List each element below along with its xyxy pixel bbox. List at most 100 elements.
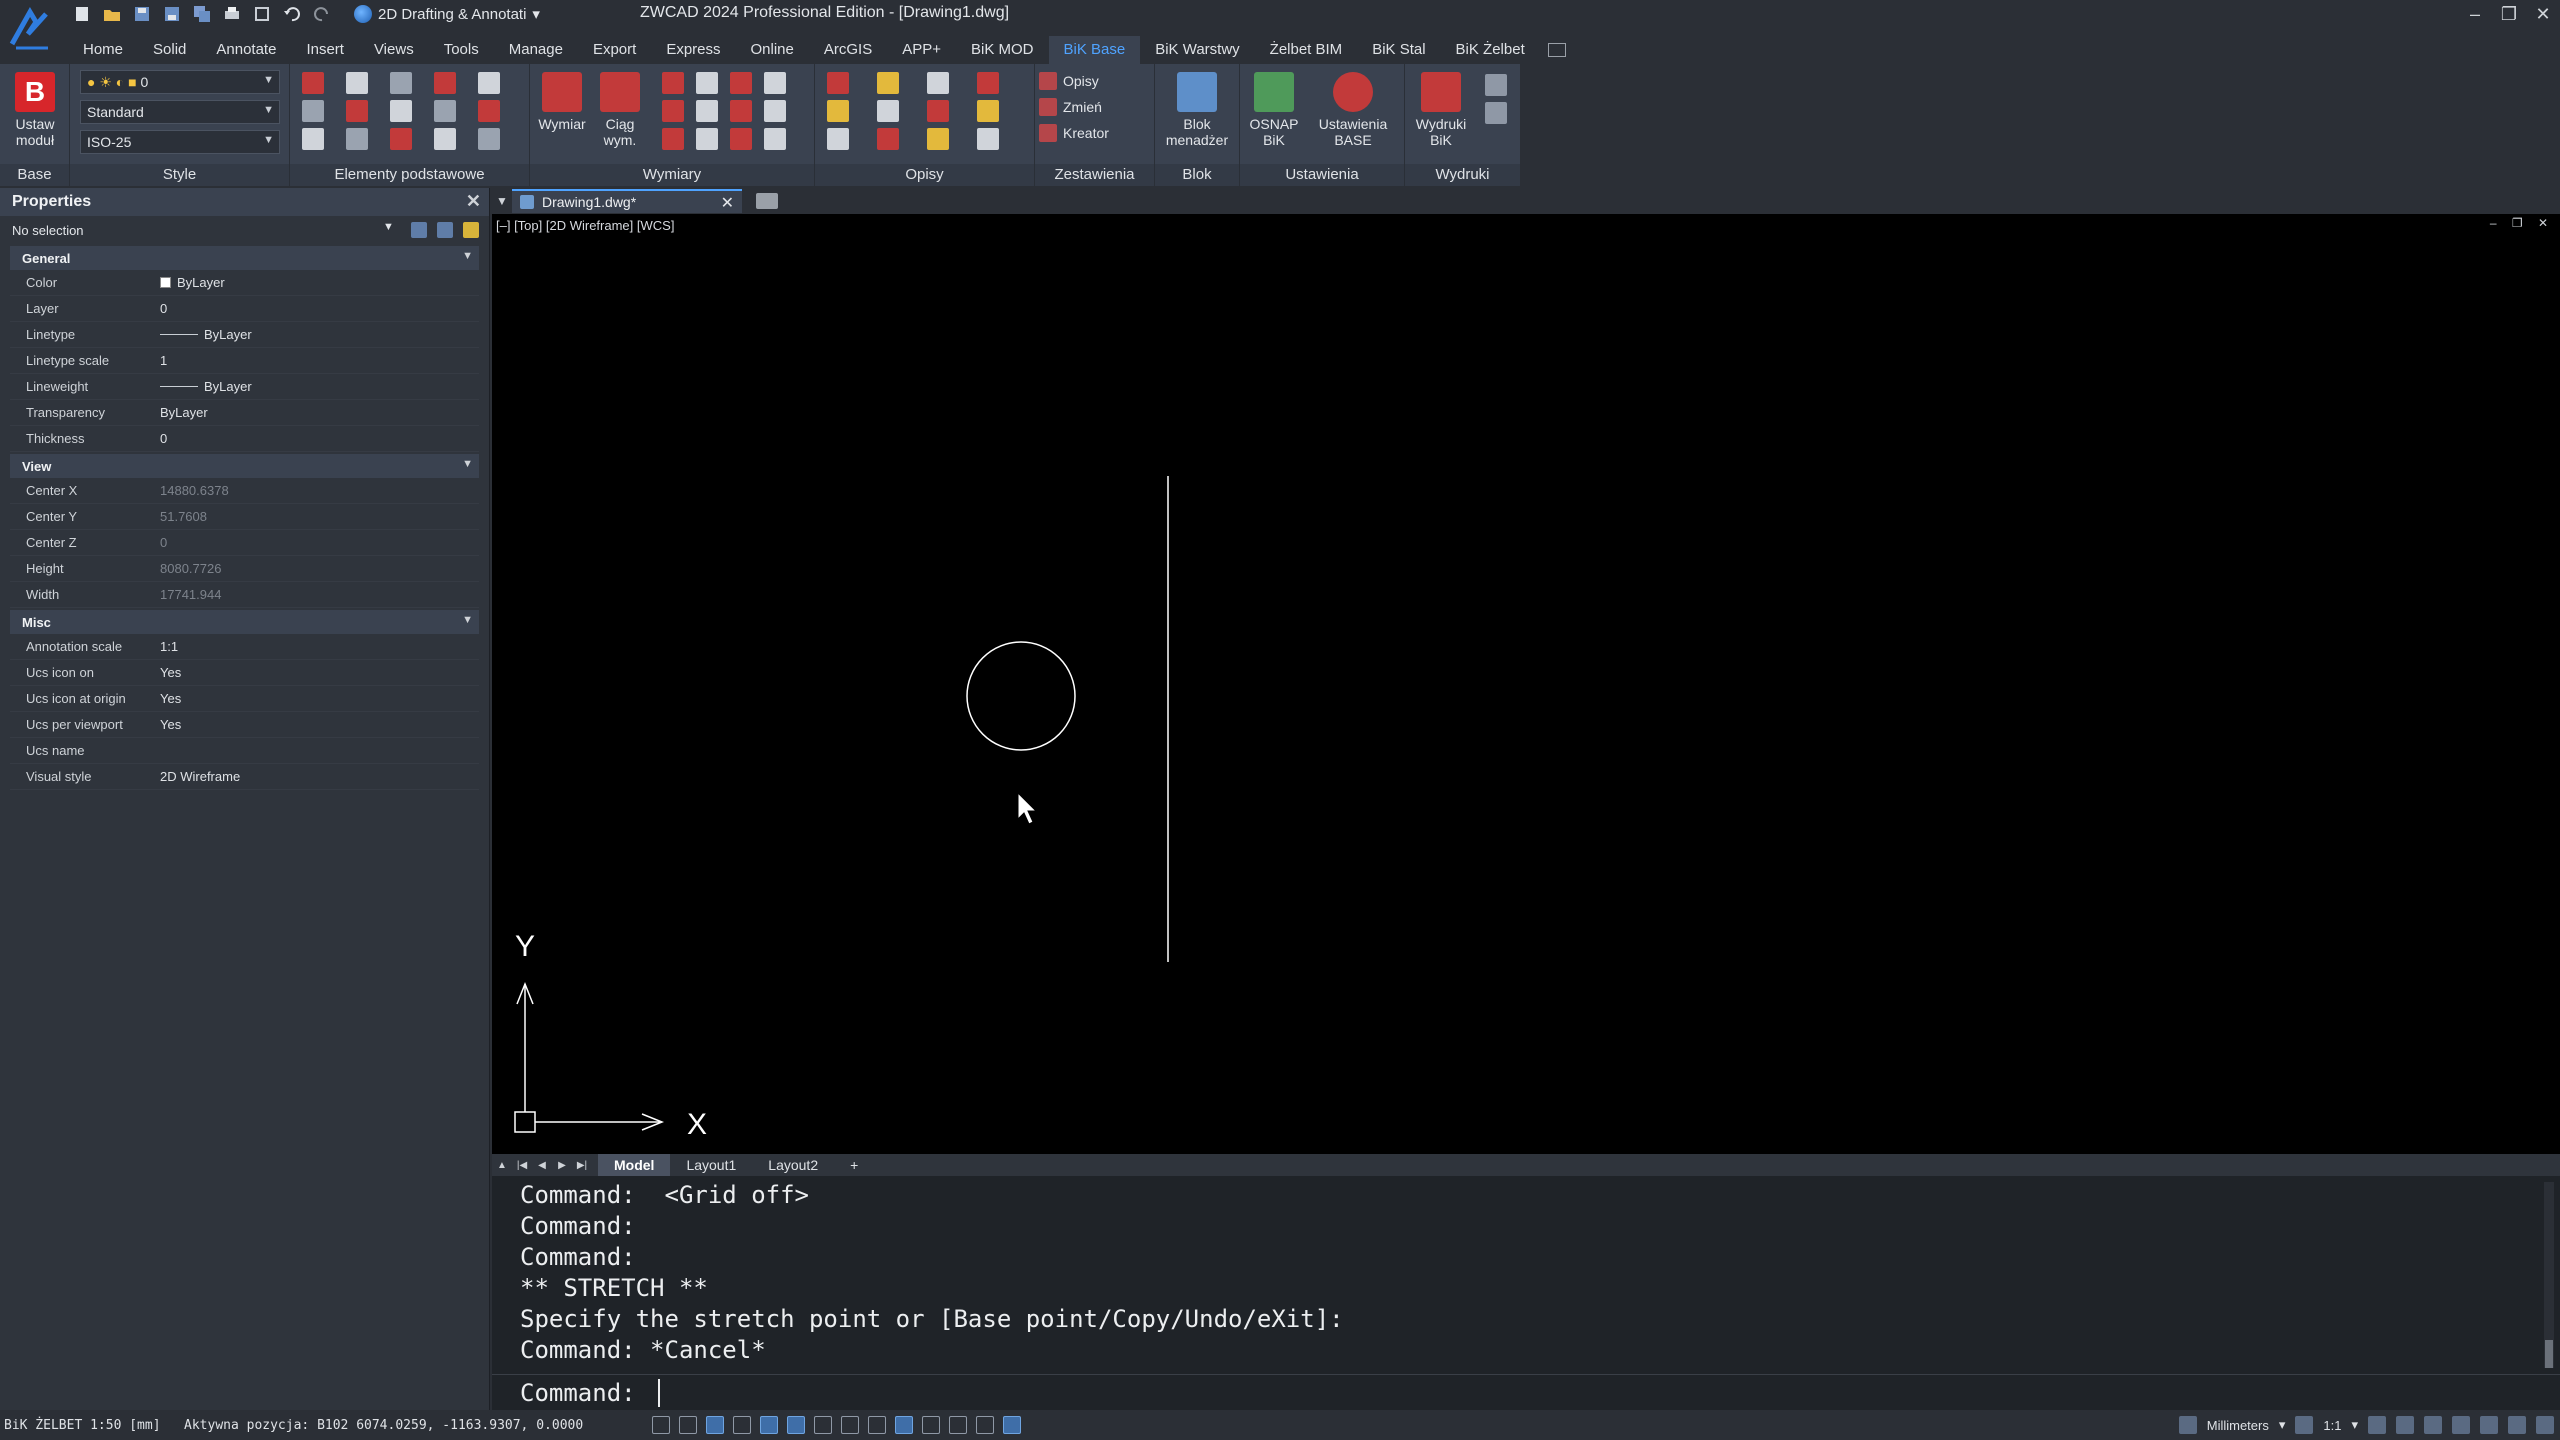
ribbon-tab-8[interactable]: Express (651, 36, 735, 64)
ribbon-tab-1[interactable]: Solid (138, 36, 201, 64)
property-value-cell[interactable]: 8080.7726 (160, 561, 479, 576)
elementy-tool-6-icon[interactable] (346, 100, 368, 122)
property-row[interactable]: Transparency ByLayer (10, 400, 479, 426)
opisy-tool-5-icon[interactable] (877, 100, 899, 122)
drawing-canvas[interactable]: [–] [Top] [2D Wireframe] [WCS] – ❐ ✕ Y X (492, 214, 2560, 1154)
property-value-cell[interactable]: 14880.6378 (160, 483, 479, 498)
wymiary-tool-5-icon[interactable] (696, 100, 718, 122)
property-row[interactable]: Center X 14880.6378 (10, 478, 479, 504)
chevron-down-icon[interactable]: ▾ (2351, 1417, 2358, 1433)
tab-menu-icon[interactable]: ▼ (496, 194, 512, 208)
property-row[interactable]: Height 8080.7726 (10, 556, 479, 582)
opisy-tool-8-icon[interactable] (827, 128, 849, 150)
blok-menadzer-button[interactable]: Blok menadżer (1161, 72, 1233, 148)
property-row[interactable]: Center Y 51.7608 (10, 504, 479, 530)
wymiary-tool-10-icon[interactable] (730, 128, 752, 150)
ribbon-tab-17[interactable]: BiK Żelbet (1441, 36, 1540, 64)
property-value-cell[interactable]: ByLayer (160, 405, 479, 420)
ribbon-tab-6[interactable]: Manage (494, 36, 578, 64)
property-group-misc[interactable]: Misc ▼ (10, 610, 479, 634)
layout-tab-2[interactable]: Layout2 (752, 1154, 834, 1176)
zestawienia-item-0[interactable]: Opisy (1039, 72, 1109, 90)
new-file-icon[interactable] (70, 3, 94, 25)
auto-scale-icon[interactable] (2396, 1416, 2414, 1434)
property-row[interactable]: Ucs icon on Yes (10, 660, 479, 686)
grid-toggle-icon[interactable] (652, 1416, 670, 1434)
plot-settings-icon[interactable] (1485, 102, 1507, 124)
property-value-cell[interactable]: Yes (160, 665, 479, 680)
expand-up-icon[interactable]: ▲ (492, 1160, 512, 1171)
opisy-tool-3-icon[interactable] (977, 72, 999, 94)
opisy-tool-6-icon[interactable] (927, 100, 949, 122)
elementy-tool-4-icon[interactable] (478, 72, 500, 94)
wymiary-tool-9-icon[interactable] (696, 128, 718, 150)
elementy-tool-9-icon[interactable] (478, 100, 500, 122)
chevron-down-icon[interactable]: ▾ (2279, 1417, 2286, 1433)
property-value-cell[interactable]: Yes (160, 717, 479, 732)
elementy-tool-14-icon[interactable] (478, 128, 500, 150)
layer-combo[interactable]: ● ☀ ◐ ■ 0 ▼ (80, 70, 280, 94)
property-row[interactable]: Lineweight ByLayer (10, 374, 479, 400)
selection-dropdown[interactable]: No selection ▼ (0, 216, 489, 244)
selection-cycling-icon[interactable] (922, 1416, 940, 1434)
ribbon-tab-0[interactable]: Home (68, 36, 138, 64)
ribbon-tab-3[interactable]: Insert (291, 36, 359, 64)
opisy-tool-2-icon[interactable] (927, 72, 949, 94)
snap-toggle-icon[interactable] (679, 1416, 697, 1434)
restore-icon[interactable]: ❐ (2492, 0, 2526, 28)
minimize-icon[interactable]: – (2458, 0, 2492, 28)
chevron-down-icon[interactable]: ▼ (462, 458, 473, 470)
opisy-tool-10-icon[interactable] (927, 128, 949, 150)
property-value-cell[interactable]: 0 (160, 301, 479, 316)
print-icon[interactable] (220, 3, 244, 25)
property-row[interactable]: Ucs icon at origin Yes (10, 686, 479, 712)
plot-preview-icon[interactable] (250, 3, 274, 25)
annotation-scale-value[interactable]: 1:1 (2323, 1418, 2341, 1433)
scrollbar-thumb[interactable] (2545, 1340, 2553, 1368)
transparency-toggle-icon[interactable] (895, 1416, 913, 1434)
new-tab-icon[interactable] (756, 193, 778, 209)
opisy-tool-1-icon[interactable] (877, 72, 899, 94)
property-value-cell[interactable]: 51.7608 (160, 509, 479, 524)
elementy-tool-11-icon[interactable] (346, 128, 368, 150)
model-space-icon[interactable] (1003, 1416, 1021, 1434)
zestawienia-item-1[interactable]: Zmień (1039, 98, 1109, 116)
isolate-objects-icon[interactable] (2480, 1416, 2498, 1434)
dyn-input-toggle-icon[interactable] (841, 1416, 859, 1434)
property-group-general[interactable]: General ▼ (10, 246, 479, 270)
zestawienia-item-2[interactable]: Kreator (1039, 124, 1109, 142)
select-objects-icon[interactable] (437, 222, 453, 238)
fullscreen-icon[interactable] (2508, 1416, 2526, 1434)
ribbon-tab-2[interactable]: Annotate (201, 36, 291, 64)
property-value-cell[interactable]: 0 (160, 431, 479, 446)
property-value-cell[interactable]: Yes (160, 691, 479, 706)
wymiar-button[interactable]: Wymiar (536, 72, 588, 132)
circle-entity[interactable] (966, 641, 1076, 751)
property-value-cell[interactable]: 1:1 (160, 639, 479, 654)
opisy-tool-11-icon[interactable] (977, 128, 999, 150)
wymiary-tool-2-icon[interactable] (730, 72, 752, 94)
polar-toggle-icon[interactable] (733, 1416, 751, 1434)
property-row[interactable]: Linetype scale 1 (10, 348, 479, 374)
wymiary-tool-7-icon[interactable] (764, 100, 786, 122)
elementy-tool-13-icon[interactable] (434, 128, 456, 150)
prev-layout-icon[interactable]: ◀ (532, 1160, 552, 1171)
save-all-icon[interactable] (190, 3, 214, 25)
open-folder-icon[interactable] (100, 3, 124, 25)
ribbon-tab-10[interactable]: ArcGIS (809, 36, 887, 64)
property-group-view[interactable]: View ▼ (10, 454, 479, 478)
close-icon[interactable]: ✕ (2526, 0, 2560, 28)
redo-icon[interactable] (310, 3, 334, 25)
ribbon-tab-9[interactable]: Online (736, 36, 809, 64)
text-style-combo[interactable]: Standard ▼ (80, 100, 280, 124)
gear-icon[interactable] (2452, 1416, 2470, 1434)
wymiary-tool-1-icon[interactable] (696, 72, 718, 94)
command-input[interactable] (658, 1379, 2458, 1407)
ustaw-modul-button[interactable]: B Ustaw moduł (6, 72, 64, 148)
property-row[interactable]: Width 17741.944 (10, 582, 479, 608)
ustawienia-base-button[interactable]: Ustawienia BASE (1308, 72, 1398, 148)
elementy-tool-8-icon[interactable] (434, 100, 456, 122)
zwcad-logo-icon[interactable] (6, 4, 56, 54)
opisy-tool-4-icon[interactable] (827, 100, 849, 122)
property-value-cell[interactable]: ByLayer (160, 327, 479, 342)
